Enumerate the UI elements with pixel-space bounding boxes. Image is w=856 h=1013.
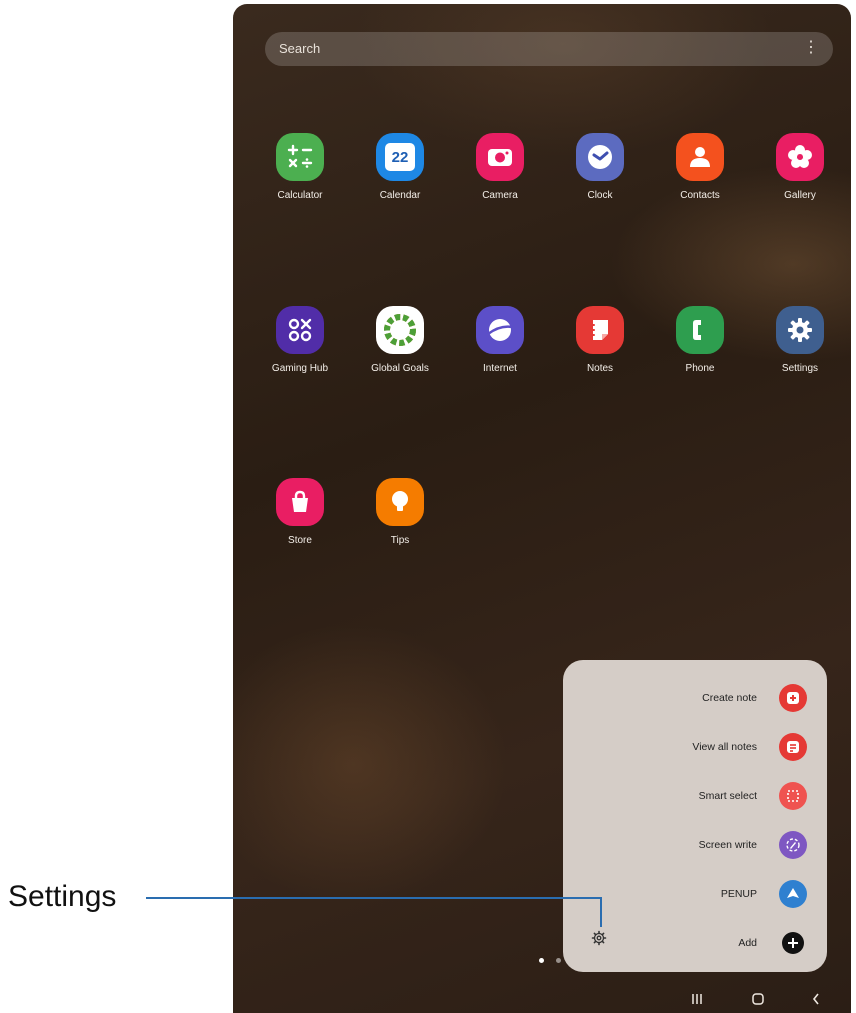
app-label: Settings — [781, 363, 819, 374]
create-note-icon — [779, 684, 807, 712]
calculator-icon — [276, 133, 324, 181]
air-command-label: PENUP — [720, 888, 757, 900]
air-command-penup[interactable]: PENUP — [721, 879, 807, 909]
app-label: Store — [288, 535, 312, 546]
navigation-bar — [233, 986, 851, 1013]
calendar-icon: 22 — [376, 133, 424, 181]
smart-select-icon — [779, 782, 807, 810]
app-label: Clock — [587, 190, 613, 201]
notes-icon — [576, 306, 624, 354]
settings-callout-label: Settings — [8, 880, 117, 913]
air-command-smart-select[interactable]: Smart select — [699, 781, 807, 811]
app-internet[interactable]: Internet — [450, 306, 550, 374]
phone-icon — [676, 306, 724, 354]
app-settings[interactable]: Settings — [750, 306, 850, 374]
app-notes[interactable]: Notes — [550, 306, 650, 374]
app-label: Phone — [685, 363, 715, 374]
app-contacts[interactable]: Contacts — [650, 133, 750, 201]
internet-icon — [476, 306, 524, 354]
gaming-hub-icon — [276, 306, 324, 354]
air-command-label: Create note — [702, 692, 757, 704]
tips-icon — [376, 478, 424, 526]
contacts-icon — [676, 133, 724, 181]
app-label: Contacts — [680, 190, 720, 201]
air-command-label: Add — [738, 937, 757, 949]
callout-line-drop — [600, 897, 602, 927]
calendar-day: 22 — [385, 143, 415, 171]
app-phone[interactable]: Phone — [650, 306, 750, 374]
app-global-goals[interactable]: Global Goals — [350, 306, 450, 374]
app-calendar[interactable]: 22 Calendar — [350, 133, 450, 201]
air-command-create-note[interactable]: Create note — [702, 683, 807, 713]
penup-icon — [779, 880, 807, 908]
store-icon — [276, 478, 324, 526]
search-placeholder: Search — [279, 41, 321, 56]
recents-icon[interactable] — [691, 992, 703, 1006]
camera-icon — [476, 133, 524, 181]
app-label: Calendar — [379, 190, 421, 201]
home-icon[interactable] — [751, 992, 765, 1006]
app-label: Gallery — [784, 190, 816, 201]
view-all-notes-icon — [779, 733, 807, 761]
page-dot — [556, 958, 561, 963]
air-command-screen-write[interactable]: Screen write — [699, 830, 807, 860]
search-bar[interactable]: Search ⋮ — [265, 32, 833, 66]
app-label: Tips — [390, 535, 410, 546]
app-camera[interactable]: Camera — [450, 133, 550, 201]
air-command-label: Smart select — [698, 790, 757, 802]
clock-icon — [576, 133, 624, 181]
air-command-label: Screen write — [698, 839, 757, 851]
app-label: Internet — [483, 363, 517, 374]
app-gaming-hub[interactable]: Gaming Hub — [250, 306, 350, 374]
app-gallery[interactable]: Gallery — [750, 133, 850, 201]
app-calculator[interactable]: Calculator — [250, 133, 350, 201]
air-command-label: View all notes — [692, 741, 757, 753]
app-label: Notes — [586, 363, 614, 374]
app-label: Camera — [482, 190, 518, 201]
tablet-screen: Search ⋮ Calculator 22 Calendar Camera C… — [233, 4, 851, 1013]
app-store[interactable]: Store — [250, 478, 350, 546]
air-command-view-all-notes[interactable]: View all notes — [692, 732, 807, 762]
screen-write-icon — [779, 831, 807, 859]
global-goals-icon — [376, 306, 424, 354]
app-clock[interactable]: Clock — [550, 133, 650, 201]
app-label: Calculator — [277, 190, 323, 201]
air-command-add[interactable]: Add — [738, 928, 807, 958]
add-icon — [782, 932, 804, 954]
app-label: Gaming Hub — [271, 363, 329, 374]
gear-icon[interactable] — [591, 930, 607, 946]
page-dot-active — [539, 958, 544, 963]
more-options-icon[interactable]: ⋮ — [803, 39, 819, 57]
app-label: Global Goals — [371, 363, 429, 374]
app-tips[interactable]: Tips — [350, 478, 450, 546]
callout-line — [146, 897, 602, 899]
gallery-icon — [776, 133, 824, 181]
back-icon[interactable] — [811, 992, 821, 1006]
settings-icon — [776, 306, 824, 354]
air-command-panel: Create note View all notes Smart select … — [563, 660, 827, 972]
